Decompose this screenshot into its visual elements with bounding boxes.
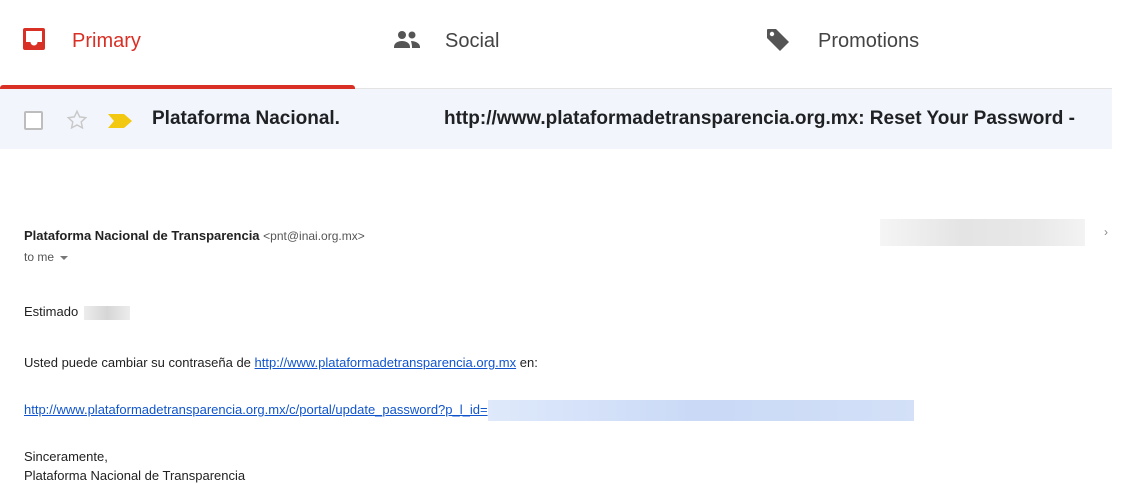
tab-social-label: Social <box>445 30 500 52</box>
row-checkbox[interactable] <box>24 111 43 130</box>
redacted-date <box>880 219 1085 246</box>
email-list-row[interactable]: Plataforma Nacional. http://www.platafor… <box>0 89 1112 149</box>
closing-text: Sinceramente, <box>24 449 108 464</box>
recipient-line: to me <box>24 250 69 264</box>
redacted-link-token <box>487 400 914 421</box>
signature-text: Plataforma Nacional de Transparencia <box>24 468 246 483</box>
important-marker-icon[interactable] <box>108 114 132 133</box>
tab-social[interactable]: Social <box>380 0 740 88</box>
inbox-icon <box>22 27 46 56</box>
body-line-1: Usted puede cambiar su contraseña de htt… <box>24 355 538 370</box>
tag-icon <box>765 27 791 58</box>
people-icon <box>393 28 421 55</box>
inbox-tabs: Primary Social Promotions <box>0 0 1112 89</box>
row-sender: Plataforma Nacional. <box>152 108 340 129</box>
recipient-label: to me <box>24 250 55 264</box>
site-link[interactable]: http://www.plataformadetransparencia.org… <box>255 355 517 370</box>
tab-primary-label: Primary <box>72 30 141 52</box>
reset-link-line: http://www.plataformadetransparencia.org… <box>24 400 914 421</box>
tab-promotions[interactable]: Promotions <box>760 0 1112 88</box>
body-line-1-suffix: en: <box>519 355 538 370</box>
reset-password-link[interactable]: http://www.plataformadetransparencia.org… <box>24 402 488 417</box>
sender-email: <pnt@inai.org.mx> <box>263 229 365 243</box>
redacted-name <box>84 305 131 320</box>
greeting-line: Estimado <box>24 304 131 320</box>
sender-name: Plataforma Nacional de Transparencia <box>24 228 260 243</box>
tab-promotions-label: Promotions <box>818 30 920 52</box>
greeting-text: Estimado <box>24 304 79 319</box>
tab-primary[interactable]: Primary <box>0 0 355 89</box>
more-caret-icon[interactable]: › <box>1104 225 1108 239</box>
star-icon[interactable] <box>66 109 88 136</box>
show-details-caret-icon[interactable] <box>60 255 69 260</box>
row-subject: http://www.plataformadetransparencia.org… <box>444 108 1076 129</box>
email-from: Plataforma Nacional de Transparencia <pn… <box>24 228 365 243</box>
body-line-1-prefix: Usted puede cambiar su contraseña de <box>24 355 251 370</box>
